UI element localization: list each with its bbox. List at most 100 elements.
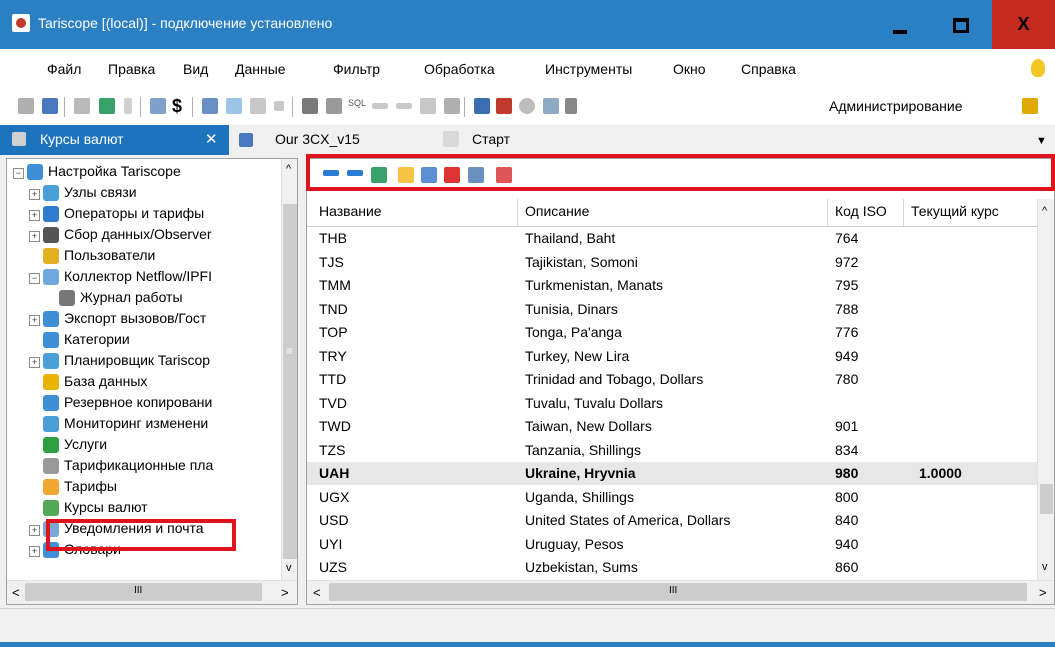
filter-icon[interactable]: [302, 98, 318, 114]
lightbulb-icon[interactable]: [1031, 59, 1045, 77]
clear-filter-icon[interactable]: [420, 98, 436, 114]
tree-expander-icon[interactable]: −: [13, 168, 24, 179]
table-row[interactable]: UYI Uruguay, Pesos 940: [307, 533, 1039, 556]
back-icon[interactable]: [372, 103, 388, 109]
tree-item[interactable]: Услуги: [43, 436, 107, 456]
admin-button[interactable]: Администрирование: [829, 98, 963, 114]
tree-item[interactable]: Экспорт вызовов/Гост: [43, 310, 206, 330]
scroll-left-icon[interactable]: <: [12, 585, 20, 600]
column-header-name[interactable]: Название: [319, 203, 382, 219]
tree-horizontal-scrollbar[interactable]: < III >: [7, 580, 297, 604]
grid-horizontal-scrollbar[interactable]: < III >: [307, 580, 1054, 604]
tab-currency-rates[interactable]: Курсы валют ✕: [0, 125, 229, 155]
table-row[interactable]: TTD Trinidad and Tobago, Dollars 780: [307, 368, 1039, 391]
grid-vertical-scrollbar[interactable]: ^ v: [1037, 199, 1054, 580]
menu-processing[interactable]: Обработка: [424, 61, 495, 77]
table-row[interactable]: UAH Ukraine, Hryvnia 980 1.0000: [307, 462, 1039, 485]
column-header-iso[interactable]: Код ISO: [835, 203, 887, 219]
tree-expander-icon[interactable]: +: [29, 210, 40, 221]
tree-expander-icon[interactable]: −: [29, 273, 40, 284]
table-row[interactable]: TMM Turkmenistan, Manats 795: [307, 274, 1039, 297]
close-button[interactable]: X: [992, 0, 1055, 49]
table-row[interactable]: USD United States of America, Dollars 840: [307, 509, 1039, 532]
scroll-right-icon[interactable]: >: [1039, 585, 1047, 600]
column-header-rate[interactable]: Текущий курс: [911, 203, 999, 219]
table-row[interactable]: UZS Uzbekistan, Sums 860: [307, 556, 1039, 579]
tools-icon[interactable]: [496, 98, 512, 114]
tree-item[interactable]: Курсы валют: [43, 499, 148, 519]
report-icon[interactable]: [543, 98, 559, 114]
tree-expander-icon[interactable]: +: [29, 357, 40, 368]
column-divider[interactable]: [827, 199, 828, 226]
save-icon[interactable]: [74, 98, 90, 114]
tab-start[interactable]: Старт: [472, 131, 510, 147]
scroll-up-icon[interactable]: ^: [1042, 205, 1047, 217]
scroll-up-icon[interactable]: ^: [286, 163, 291, 175]
table-row[interactable]: THB Thailand, Baht 764: [307, 227, 1039, 250]
tree-item[interactable]: Резервное копировани: [43, 394, 212, 414]
tab-our-3cx[interactable]: Our 3CX_v15: [275, 131, 360, 147]
tree-expander-icon[interactable]: +: [29, 189, 40, 200]
table-row[interactable]: UGX Uganda, Shillings 800: [307, 486, 1039, 509]
menu-filter[interactable]: Фильтр: [333, 61, 380, 77]
export-icon[interactable]: [150, 98, 166, 114]
tree-expander-icon[interactable]: +: [29, 525, 40, 536]
dollar-icon[interactable]: $: [172, 96, 188, 116]
admin-icon[interactable]: [565, 98, 577, 114]
maximize-button[interactable]: [930, 0, 990, 49]
scroll-left-icon[interactable]: <: [313, 585, 321, 600]
column-divider[interactable]: [903, 199, 904, 226]
stop-icon[interactable]: [274, 101, 284, 111]
tab-close-icon[interactable]: ✕: [205, 130, 218, 148]
tree-item[interactable]: База данных: [43, 373, 147, 393]
scroll-down-icon[interactable]: v: [1042, 561, 1048, 573]
database-icon[interactable]: [1022, 98, 1038, 114]
tree-item[interactable]: Операторы и тарифы: [43, 205, 204, 225]
menu-data[interactable]: Данные: [235, 61, 286, 77]
tree-item[interactable]: Планировщик Tariscop: [43, 352, 210, 372]
tree-expander-icon[interactable]: +: [29, 315, 40, 326]
tree-item[interactable]: Пользователи: [43, 247, 155, 267]
scroll-thumb[interactable]: [1040, 484, 1053, 514]
column-header-description[interactable]: Описание: [525, 203, 589, 219]
tree-item[interactable]: Мониторинг изменени: [43, 415, 208, 435]
scroll-right-icon[interactable]: >: [281, 585, 289, 600]
scroll-thumb[interactable]: [25, 583, 262, 601]
grid-icon[interactable]: [18, 98, 34, 114]
table-row[interactable]: TZS Tanzania, Shillings 834: [307, 439, 1039, 462]
table-row[interactable]: TJS Tajikistan, Somoni 972: [307, 251, 1039, 274]
tree-item[interactable]: Настройка Tariscope: [27, 163, 181, 183]
menu-view[interactable]: Вид: [183, 61, 208, 77]
tab-dropdown-icon[interactable]: ▼: [1036, 135, 1047, 147]
tree-expander-icon[interactable]: +: [29, 546, 40, 557]
users-icon[interactable]: [42, 98, 58, 114]
column-divider[interactable]: [517, 199, 518, 226]
menu-help[interactable]: Справка: [741, 61, 796, 77]
table-row[interactable]: TWD Taiwan, New Dollars 901: [307, 415, 1039, 438]
refresh-icon[interactable]: [99, 98, 115, 114]
sql-icon[interactable]: SQL: [348, 98, 366, 114]
filter-edit-icon[interactable]: [326, 98, 342, 114]
chart-icon[interactable]: [226, 98, 242, 114]
tree-item[interactable]: Коллектор Netflow/IPFI: [43, 268, 212, 288]
table-row[interactable]: TRY Turkey, New Lira 949: [307, 345, 1039, 368]
tree-item[interactable]: Категории: [43, 331, 130, 351]
tree-item[interactable]: Узлы связи: [43, 184, 137, 204]
table-row[interactable]: TND Tunisia, Dinars 788: [307, 298, 1039, 321]
menu-file[interactable]: Файл: [47, 61, 81, 77]
sort-icon[interactable]: [444, 98, 460, 114]
scroll-thumb[interactable]: [329, 583, 1027, 601]
table-row[interactable]: TVD Tuvalu, Tuvalu Dollars: [307, 392, 1039, 415]
first-icon[interactable]: [250, 98, 266, 114]
table-icon[interactable]: [202, 98, 218, 114]
tree-vertical-scrollbar[interactable]: ^ ≡ v: [281, 159, 297, 580]
circle-icon[interactable]: [519, 98, 535, 114]
play-icon[interactable]: [124, 98, 132, 114]
tree-item[interactable]: Сбор данных/Observer: [43, 226, 212, 246]
tree-item[interactable]: Тарифы: [43, 478, 117, 498]
menu-tools[interactable]: Инструменты: [545, 61, 632, 77]
menu-edit[interactable]: Правка: [108, 61, 155, 77]
tree-expander-icon[interactable]: +: [29, 231, 40, 242]
tree-item[interactable]: Тарификационные пла: [43, 457, 213, 477]
table-row[interactable]: TOP Tonga, Pa'anga 776: [307, 321, 1039, 344]
